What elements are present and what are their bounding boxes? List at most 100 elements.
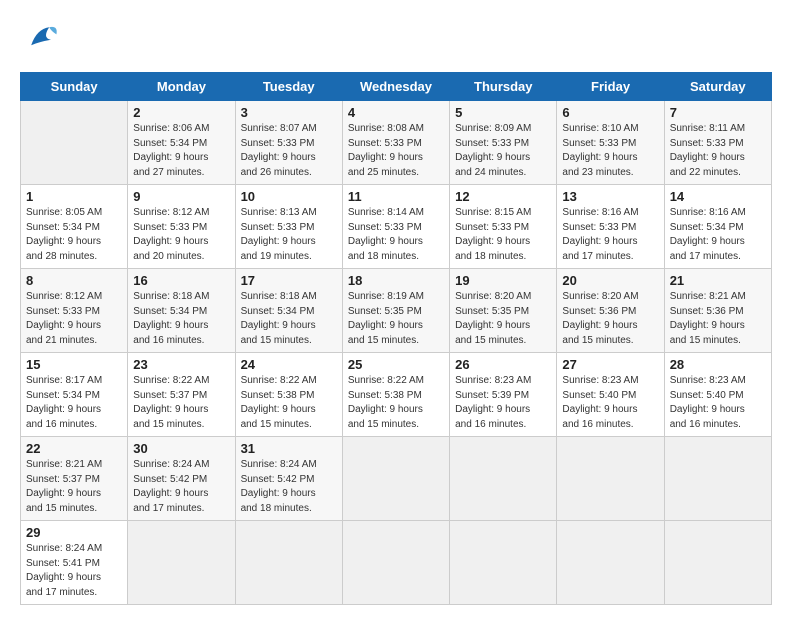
calendar-cell: 8Sunrise: 8:12 AM Sunset: 5:33 PM Daylig… <box>21 269 128 353</box>
calendar-cell: 9 Sunrise: 8:12 AM Sunset: 5:33 PM Daylig… <box>128 185 235 269</box>
day-header-monday: Monday <box>128 73 235 101</box>
logo <box>20 20 60 56</box>
calendar-cell <box>450 437 557 521</box>
day-header-friday: Friday <box>557 73 664 101</box>
day-number: 19 <box>455 273 551 288</box>
calendar-cell: 29Sunrise: 8:24 AM Sunset: 5:41 PM Dayli… <box>21 521 128 605</box>
day-info: Sunrise: 8:22 AM Sunset: 5:37 PM Dayligh… <box>133 374 229 432</box>
day-number: 3 <box>241 105 337 120</box>
day-info: Sunrise: 8:09 AM Sunset: 5:33 PM Dayligh… <box>455 122 551 180</box>
day-info: Sunrise: 8:13 AM Sunset: 5:33 PM Dayligh… <box>241 206 337 264</box>
day-number: 14 <box>670 189 766 204</box>
day-number: 24 <box>241 357 337 372</box>
calendar-cell <box>21 101 128 185</box>
day-info: Sunrise: 8:18 AM Sunset: 5:34 PM Dayligh… <box>241 290 337 348</box>
day-info: Sunrise: 8:06 AM Sunset: 5:34 PM Dayligh… <box>133 122 229 180</box>
day-header-tuesday: Tuesday <box>235 73 342 101</box>
day-info: Sunrise: 8:15 AM Sunset: 5:33 PM Dayligh… <box>455 206 551 264</box>
calendar-cell: 6Sunrise: 8:10 AM Sunset: 5:33 PM Daylig… <box>557 101 664 185</box>
day-info: Sunrise: 8:14 AM Sunset: 5:33 PM Dayligh… <box>348 206 444 264</box>
day-info: Sunrise: 8:16 AM Sunset: 5:33 PM Dayligh… <box>562 206 658 264</box>
calendar-cell: 2Sunrise: 8:06 AM Sunset: 5:34 PM Daylig… <box>128 101 235 185</box>
day-info: Sunrise: 8:23 AM Sunset: 5:40 PM Dayligh… <box>670 374 766 432</box>
day-number: 20 <box>562 273 658 288</box>
calendar-cell: 16 Sunrise: 8:18 AM Sunset: 5:34 PM Dayli… <box>128 269 235 353</box>
day-number: 26 <box>455 357 551 372</box>
day-info: Sunrise: 8:23 AM Sunset: 5:40 PM Dayligh… <box>562 374 658 432</box>
page-header <box>20 20 772 56</box>
calendar-cell: 10Sunrise: 8:13 AM Sunset: 5:33 PM Dayli… <box>235 185 342 269</box>
calendar-cell: 11 Sunrise: 8:14 AM Sunset: 5:33 PM Dayli… <box>342 185 449 269</box>
day-info: Sunrise: 8:19 AM Sunset: 5:35 PM Dayligh… <box>348 290 444 348</box>
day-info: Sunrise: 8:08 AM Sunset: 5:33 PM Dayligh… <box>348 122 444 180</box>
calendar-cell: 23 Sunrise: 8:22 AM Sunset: 5:37 PM Dayli… <box>128 353 235 437</box>
calendar-cell: 7 Sunrise: 8:11 AM Sunset: 5:33 PM Daylig… <box>664 101 771 185</box>
calendar-cell: 12 Sunrise: 8:15 AM Sunset: 5:33 PM Dayli… <box>450 185 557 269</box>
day-number: 5 <box>455 105 551 120</box>
day-number: 27 <box>562 357 658 372</box>
day-number: 1 <box>26 189 122 204</box>
day-number: 15 <box>26 357 122 372</box>
day-number: 8 <box>26 273 122 288</box>
calendar-week-1: 1 Sunrise: 8:05 AM Sunset: 5:34 PM Daylig… <box>21 185 772 269</box>
day-number: 31 <box>241 441 337 456</box>
calendar-cell <box>664 521 771 605</box>
calendar-cell: 1 Sunrise: 8:05 AM Sunset: 5:34 PM Daylig… <box>21 185 128 269</box>
calendar-week-2: 8Sunrise: 8:12 AM Sunset: 5:33 PM Daylig… <box>21 269 772 353</box>
day-info: Sunrise: 8:22 AM Sunset: 5:38 PM Dayligh… <box>241 374 337 432</box>
calendar-cell: 30Sunrise: 8:24 AM Sunset: 5:42 PM Dayli… <box>128 437 235 521</box>
calendar-cell: 5 Sunrise: 8:09 AM Sunset: 5:33 PM Daylig… <box>450 101 557 185</box>
day-info: Sunrise: 8:12 AM Sunset: 5:33 PM Dayligh… <box>133 206 229 264</box>
day-info: Sunrise: 8:21 AM Sunset: 5:37 PM Dayligh… <box>26 458 122 516</box>
day-header-saturday: Saturday <box>664 73 771 101</box>
day-info: Sunrise: 8:22 AM Sunset: 5:38 PM Dayligh… <box>348 374 444 432</box>
calendar-cell: 4Sunrise: 8:08 AM Sunset: 5:33 PM Daylig… <box>342 101 449 185</box>
day-info: Sunrise: 8:11 AM Sunset: 5:33 PM Dayligh… <box>670 122 766 180</box>
day-header-sunday: Sunday <box>21 73 128 101</box>
day-number: 25 <box>348 357 444 372</box>
calendar-cell: 20 Sunrise: 8:20 AM Sunset: 5:36 PM Dayli… <box>557 269 664 353</box>
calendar-cell: 14 Sunrise: 8:16 AM Sunset: 5:34 PM Dayli… <box>664 185 771 269</box>
day-info: Sunrise: 8:20 AM Sunset: 5:36 PM Dayligh… <box>562 290 658 348</box>
calendar-cell: 18 Sunrise: 8:19 AM Sunset: 5:35 PM Dayli… <box>342 269 449 353</box>
day-number: 23 <box>133 357 229 372</box>
day-number: 13 <box>562 189 658 204</box>
calendar-week-0: 2Sunrise: 8:06 AM Sunset: 5:34 PM Daylig… <box>21 101 772 185</box>
day-header-wednesday: Wednesday <box>342 73 449 101</box>
calendar-week-4: 22Sunrise: 8:21 AM Sunset: 5:37 PM Dayli… <box>21 437 772 521</box>
calendar-cell: 13 Sunrise: 8:16 AM Sunset: 5:33 PM Dayli… <box>557 185 664 269</box>
day-number: 7 <box>670 105 766 120</box>
calendar-cell: 31Sunrise: 8:24 AM Sunset: 5:42 PM Dayli… <box>235 437 342 521</box>
calendar-cell: 26Sunrise: 8:23 AM Sunset: 5:39 PM Dayli… <box>450 353 557 437</box>
day-info: Sunrise: 8:24 AM Sunset: 5:41 PM Dayligh… <box>26 542 122 600</box>
day-number: 30 <box>133 441 229 456</box>
calendar-week-5: 29Sunrise: 8:24 AM Sunset: 5:41 PM Dayli… <box>21 521 772 605</box>
calendar-cell: 28 Sunrise: 8:23 AM Sunset: 5:40 PM Dayli… <box>664 353 771 437</box>
logo-bird-icon <box>24 20 60 56</box>
day-number: 21 <box>670 273 766 288</box>
calendar-cell <box>664 437 771 521</box>
day-header-thursday: Thursday <box>450 73 557 101</box>
calendar-cell: 3 Sunrise: 8:07 AM Sunset: 5:33 PM Daylig… <box>235 101 342 185</box>
day-info: Sunrise: 8:16 AM Sunset: 5:34 PM Dayligh… <box>670 206 766 264</box>
calendar-cell: 24 Sunrise: 8:22 AM Sunset: 5:38 PM Dayli… <box>235 353 342 437</box>
calendar-cell <box>450 521 557 605</box>
day-number: 28 <box>670 357 766 372</box>
day-info: Sunrise: 8:07 AM Sunset: 5:33 PM Dayligh… <box>241 122 337 180</box>
calendar-cell <box>557 521 664 605</box>
calendar-cell <box>557 437 664 521</box>
day-info: Sunrise: 8:20 AM Sunset: 5:35 PM Dayligh… <box>455 290 551 348</box>
day-number: 9 <box>133 189 229 204</box>
calendar-cell: 15Sunrise: 8:17 AM Sunset: 5:34 PM Dayli… <box>21 353 128 437</box>
calendar-cell <box>128 521 235 605</box>
day-number: 11 <box>348 189 444 204</box>
calendar-cell <box>342 437 449 521</box>
day-info: Sunrise: 8:18 AM Sunset: 5:34 PM Dayligh… <box>133 290 229 348</box>
day-number: 16 <box>133 273 229 288</box>
day-info: Sunrise: 8:05 AM Sunset: 5:34 PM Dayligh… <box>26 206 122 264</box>
calendar-week-3: 15Sunrise: 8:17 AM Sunset: 5:34 PM Dayli… <box>21 353 772 437</box>
day-number: 12 <box>455 189 551 204</box>
calendar-cell: 21Sunrise: 8:21 AM Sunset: 5:36 PM Dayli… <box>664 269 771 353</box>
day-number: 18 <box>348 273 444 288</box>
calendar-cell: 22Sunrise: 8:21 AM Sunset: 5:37 PM Dayli… <box>21 437 128 521</box>
